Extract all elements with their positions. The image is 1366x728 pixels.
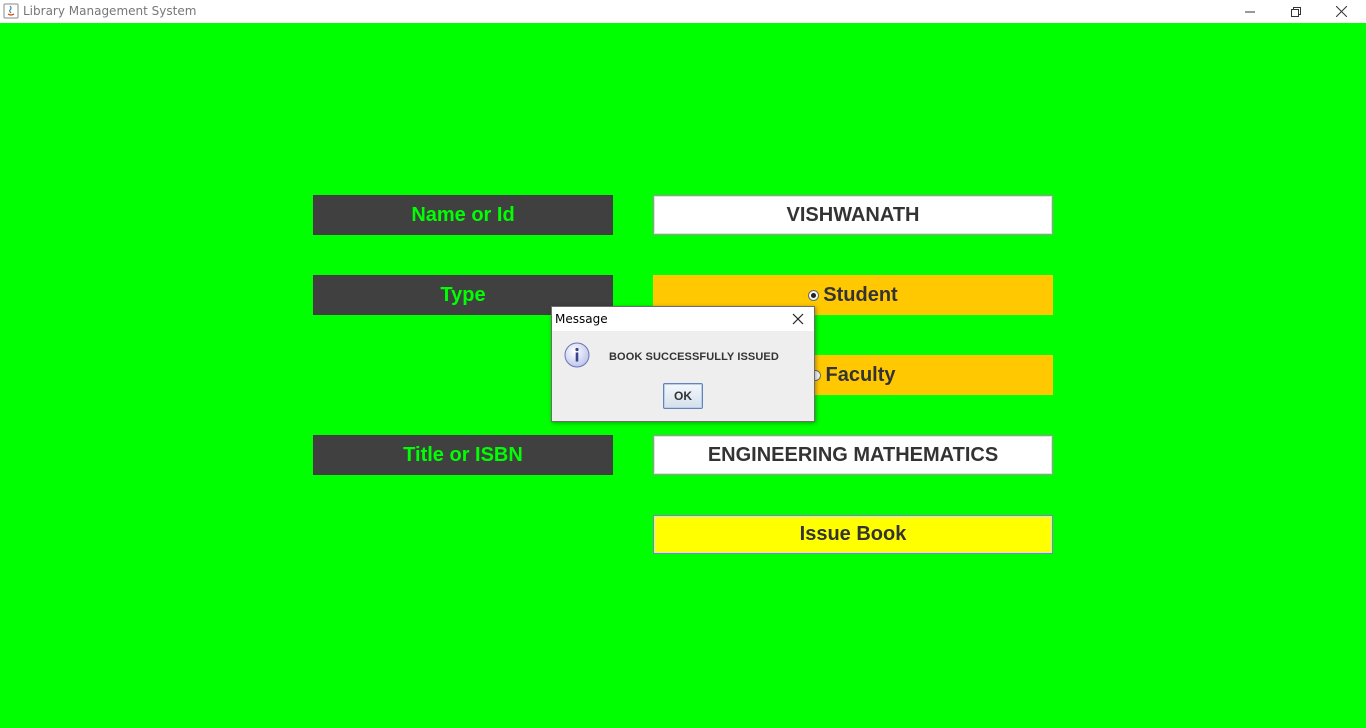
issue-book-button[interactable]: Issue Book <box>653 515 1053 554</box>
title-field[interactable]: ENGINEERING MATHEMATICS <box>653 435 1053 475</box>
faculty-radio-label: Faculty <box>825 363 896 386</box>
restore-icon <box>1291 6 1301 17</box>
dialog-close-button[interactable] <box>790 311 806 327</box>
dialog-message: BOOK SUCCESSFULLY ISSUED <box>609 351 779 363</box>
dialog-titlebar: Message <box>552 307 814 331</box>
message-dialog: Message BOOK SUCCESSFULLY ISSUED OK <box>551 306 815 422</box>
close-icon <box>1335 6 1347 17</box>
close-button[interactable] <box>1318 0 1364 23</box>
window-titlebar: Library Management System <box>0 0 1366 23</box>
title-label: Title or ISBN <box>313 435 613 475</box>
ok-button[interactable]: OK <box>663 383 703 409</box>
window-title: Library Management System <box>23 4 197 18</box>
radio-checked-icon <box>808 289 820 301</box>
java-icon <box>3 3 19 19</box>
info-icon <box>564 342 590 368</box>
student-radio-label: Student <box>823 283 898 306</box>
close-icon <box>792 313 804 325</box>
name-field[interactable]: VISHWANATH <box>653 195 1053 235</box>
dialog-title: Message <box>555 312 608 326</box>
minimize-icon <box>1245 11 1255 12</box>
restore-button[interactable] <box>1273 0 1319 23</box>
minimize-button[interactable] <box>1227 0 1273 23</box>
name-label: Name or Id <box>313 195 613 235</box>
